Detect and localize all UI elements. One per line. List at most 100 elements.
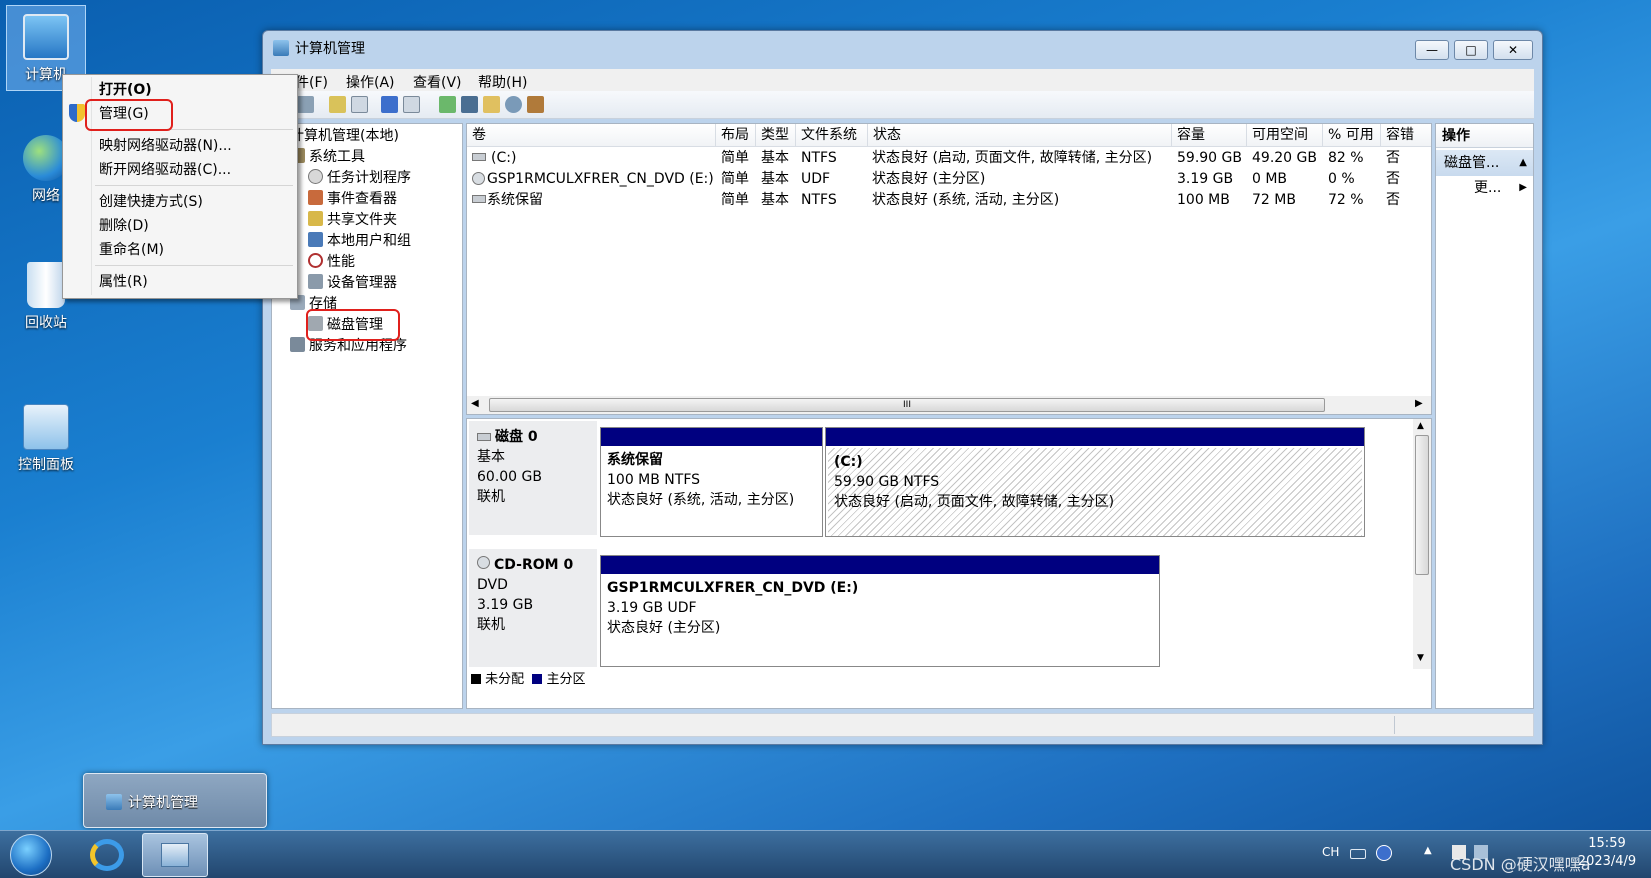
event-viewer-icon [308, 190, 323, 205]
navigation-tree: 计算机管理(本地) 系统工具 任务计划程序 事件查看器 共享文件夹 本地用户和组… [271, 123, 463, 709]
scroll-thumb[interactable] [1415, 435, 1429, 575]
menu-view[interactable]: 查看(V) [413, 72, 462, 92]
menu-item-rename[interactable]: 重命名(M) [99, 239, 164, 261]
keyboard-icon[interactable] [1350, 849, 1366, 859]
menu-item-open[interactable]: 打开(O) [99, 79, 152, 101]
context-menu: 打开(O) 管理(G) 映射网络驱动器(N)... 断开网络驱动器(C)... … [62, 74, 298, 299]
horizontal-scrollbar[interactable]: ◀ III ▶ [467, 396, 1431, 414]
actions-section-disk-management[interactable]: 磁盘管... ▲ [1436, 150, 1533, 176]
settings-icon[interactable] [527, 96, 544, 113]
menu-bar: 文件(F) 操作(A) 查看(V) 帮助(H) [271, 69, 1534, 91]
tree-event-viewer[interactable]: 事件查看器 [308, 189, 397, 209]
scroll-right-icon[interactable]: ▶ [1415, 398, 1423, 409]
menu-item-properties[interactable]: 属性(R) [99, 271, 148, 293]
col-status[interactable]: 状态 [868, 124, 1172, 147]
tree-local-users[interactable]: 本地用户和组 [308, 231, 411, 251]
menu-item-disconnect-drive[interactable]: 断开网络驱动器(C)... [99, 159, 231, 181]
actions-more[interactable]: 更... ▶ [1436, 176, 1533, 200]
toolbar [271, 91, 1534, 119]
disk0-label[interactable]: 磁盘 0 基本 60.00 GB 联机 [469, 421, 597, 535]
legend-unallocated-swatch [471, 674, 481, 684]
tree-task-scheduler[interactable]: 任务计划程序 [308, 168, 411, 188]
properties-icon[interactable] [461, 96, 478, 113]
desktop-icon-control-panel[interactable]: 控制面板 [6, 404, 86, 474]
scroll-left-icon[interactable]: ◀ [471, 398, 479, 409]
dvd-drive-icon [472, 172, 485, 185]
open-folder-icon[interactable] [483, 96, 500, 113]
col-capacity[interactable]: 容量 [1172, 124, 1247, 147]
chevron-right-icon: ▶ [1519, 182, 1527, 193]
clock-icon [308, 169, 323, 184]
scroll-thumb[interactable]: III [489, 398, 1325, 412]
vertical-scrollbar[interactable]: ▲ ▼ [1413, 419, 1431, 669]
maximize-button[interactable]: □ [1454, 40, 1488, 60]
search-icon[interactable] [505, 96, 522, 113]
menu-action[interactable]: 操作(A) [346, 72, 395, 92]
device-manager-icon [308, 274, 323, 289]
minimize-button[interactable]: — [1415, 40, 1449, 60]
show-hide-tree-icon[interactable] [351, 96, 368, 113]
taskbar: CH ▲ CSDN @硬汉嘿嘿a 15:59 2023/4/9 [0, 830, 1651, 878]
partition-dvd[interactable]: GSP1RMCULXFRER_CN_DVD (E:) 3.19 GB UDF 状… [600, 555, 1160, 667]
tree-root[interactable]: 计算机管理(本地) [290, 126, 399, 146]
close-button[interactable]: ✕ [1493, 40, 1533, 60]
col-filesystem[interactable]: 文件系统 [796, 124, 868, 147]
col-type[interactable]: 类型 [756, 124, 796, 147]
collapse-icon[interactable]: ▲ [1519, 150, 1527, 176]
taskbar-computer-management[interactable] [142, 833, 208, 877]
up-folder-icon[interactable] [329, 96, 346, 113]
tree-system-tools[interactable]: 系统工具 [290, 147, 365, 167]
legend: 未分配 主分区 [471, 671, 585, 689]
help-icon[interactable] [1376, 845, 1392, 861]
show-hide-action-icon[interactable] [403, 96, 420, 113]
col-layout[interactable]: 布局 [716, 124, 756, 147]
actions-header: 操作 [1436, 124, 1533, 148]
tree-device-manager[interactable]: 设备管理器 [308, 273, 397, 293]
legend-primary-swatch [532, 674, 543, 684]
col-fault-tolerance[interactable]: 容错 [1381, 124, 1431, 147]
highlight-manage [85, 99, 173, 131]
taskbar-preview[interactable]: 计算机管理 [83, 773, 267, 828]
menu-item-map-drive[interactable]: 映射网络驱动器(N)... [99, 135, 232, 157]
col-volume[interactable]: 卷 [467, 124, 716, 147]
clock[interactable]: 15:59 2023/4/9 [1568, 835, 1646, 871]
scroll-up-icon[interactable]: ▲ [1417, 421, 1424, 431]
cdrom0-label[interactable]: CD-ROM 0 DVD 3.19 GB 联机 [469, 549, 597, 667]
col-percent-free[interactable]: % 可用 [1323, 124, 1381, 147]
scroll-down-icon[interactable]: ▼ [1417, 653, 1424, 663]
app-icon [161, 843, 189, 867]
volume-drive-icon [472, 153, 486, 161]
computer-icon [23, 14, 69, 60]
app-icon [273, 40, 289, 56]
taskbar-ie[interactable] [80, 835, 136, 875]
disk-layout-view: 磁盘 0 基本 60.00 GB 联机 系统保留 100 MB NTFS 状态良… [466, 418, 1432, 709]
table-row[interactable]: (C:) 简单 基本 NTFS 状态良好 (启动, 页面文件, 故障转储, 主分… [467, 148, 1431, 168]
recycle-bin-icon [27, 262, 65, 308]
services-icon [290, 337, 305, 352]
title-bar[interactable]: 计算机管理 — □ ✕ [263, 31, 1542, 61]
forward-icon[interactable] [297, 96, 314, 113]
table-row[interactable]: GSP1RMCULXFRER_CN_DVD (E:) 简单 基本 UDF 状态良… [467, 169, 1431, 189]
show-hidden-icons[interactable]: ▲ [1424, 845, 1432, 856]
shield-icon [69, 104, 85, 122]
volume-list: 卷 布局 类型 文件系统 状态 容量 可用空间 % 可用 容错 (C:) 简单 … [466, 123, 1432, 415]
taskbar-preview-title: 计算机管理 [128, 795, 198, 811]
table-row[interactable]: 系统保留 简单 基本 NTFS 状态良好 (系统, 活动, 主分区) 100 M… [467, 190, 1431, 210]
help-icon[interactable] [381, 96, 398, 113]
partition-c[interactable]: (C:) 59.90 GB NTFS 状态良好 (启动, 页面文件, 故障转储,… [825, 427, 1365, 537]
partition-system-reserved[interactable]: 系统保留 100 MB NTFS 状态良好 (系统, 活动, 主分区) [600, 427, 823, 537]
tree-performance[interactable]: 性能 [308, 252, 355, 272]
disk-icon [477, 433, 491, 441]
app-icon [106, 794, 122, 810]
menu-help[interactable]: 帮助(H) [478, 72, 527, 92]
menu-item-delete[interactable]: 删除(D) [99, 215, 149, 237]
col-free-space[interactable]: 可用空间 [1247, 124, 1323, 147]
start-button[interactable] [10, 834, 52, 876]
actions-pane: 操作 磁盘管... ▲ 更... ▶ [1435, 123, 1534, 709]
language-indicator[interactable]: CH [1322, 845, 1339, 859]
refresh-icon[interactable] [439, 96, 456, 113]
menu-item-create-shortcut[interactable]: 创建快捷方式(S) [99, 191, 203, 213]
status-bar [271, 713, 1534, 737]
status-bar-divider [1394, 716, 1395, 734]
tree-shared-folders[interactable]: 共享文件夹 [308, 210, 397, 230]
